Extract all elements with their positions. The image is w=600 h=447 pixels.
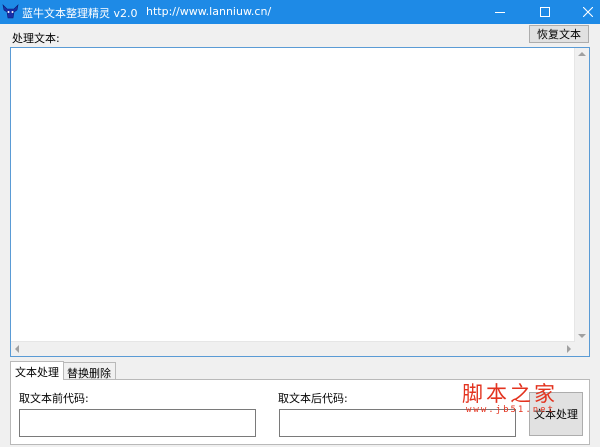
maximize-icon — [540, 7, 550, 17]
after-code-label: 取文本后代码: — [278, 392, 348, 405]
process-text-button[interactable]: 文本处理 — [529, 392, 583, 436]
minimize-button[interactable] — [477, 0, 523, 24]
after-code-input[interactable] — [279, 409, 516, 437]
scroll-up-icon[interactable] — [578, 52, 586, 56]
bull-logo-icon — [2, 4, 19, 19]
minimize-icon — [495, 12, 505, 13]
window-title: 蓝牛文本整理精灵 v2.0 — [22, 7, 138, 20]
process-textarea[interactable] — [10, 47, 590, 357]
process-text-label: 处理文本: — [12, 32, 60, 45]
before-code-input[interactable] — [19, 409, 256, 437]
scroll-down-icon[interactable] — [578, 334, 586, 338]
close-icon — [583, 7, 593, 17]
before-code-label: 取文本前代码: — [19, 392, 89, 405]
maximize-button[interactable] — [522, 0, 568, 24]
close-button[interactable] — [565, 0, 600, 24]
vertical-scrollbar[interactable] — [574, 48, 589, 342]
tab-text-process[interactable]: 文本处理 — [10, 361, 64, 380]
scroll-left-icon[interactable] — [15, 345, 19, 353]
restore-text-button[interactable]: 恢复文本 — [529, 25, 589, 43]
tab-replace-delete[interactable]: 替换删除 — [62, 362, 116, 380]
scrollbar-corner — [575, 342, 589, 356]
scroll-right-icon[interactable] — [567, 345, 571, 353]
horizontal-scrollbar[interactable] — [11, 341, 575, 356]
title-url: http://www.lanniuw.cn/ — [146, 5, 272, 18]
title-bar: 蓝牛文本整理精灵 v2.0 http://www.lanniuw.cn/ — [0, 0, 600, 24]
